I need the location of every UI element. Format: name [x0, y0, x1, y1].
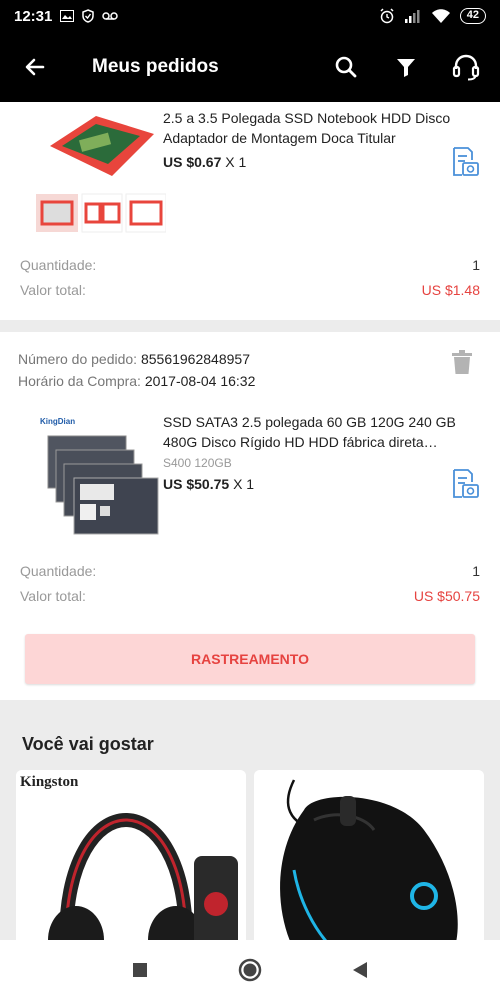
order-meta: Número do pedido: 85561962848957 Horário…	[0, 348, 255, 392]
back-button[interactable]	[0, 32, 70, 102]
photo-review-icon	[453, 469, 479, 498]
wifi-icon	[431, 8, 451, 24]
add-review-button[interactable]	[448, 468, 480, 500]
product-qty: X 1	[233, 476, 255, 492]
triangle-back-icon	[353, 962, 367, 978]
app-bar: Meus pedidos	[0, 32, 500, 102]
status-bar: 12:31 42	[0, 0, 500, 32]
product-image[interactable]: KingDian	[36, 410, 166, 540]
quantity-row: Quantidade: 1	[0, 252, 500, 277]
product-name[interactable]: SSD SATA3 2.5 polegada 60 GB 120G 240 GB…	[163, 412, 480, 452]
order-number: 85561962848957	[140, 351, 250, 367]
arrow-left-icon	[25, 58, 45, 76]
quantity-value: 1	[472, 256, 480, 273]
quantity-row: Quantidade: 1	[0, 558, 500, 583]
alarm-icon	[379, 8, 395, 24]
home-button[interactable]	[235, 955, 265, 985]
order-card: 2.5 a 3.5 Polegada SSD Notebook HDD Disc…	[0, 102, 500, 320]
search-button[interactable]	[330, 51, 362, 83]
quantity-label: Quantidade:	[20, 562, 97, 579]
product-image[interactable]	[36, 106, 167, 234]
price-row: US $50.75 X 1	[163, 476, 480, 492]
back-nav-button[interactable]	[345, 955, 375, 985]
delete-order-button[interactable]	[452, 350, 472, 374]
photo-review-icon	[453, 147, 479, 176]
add-review-button[interactable]	[448, 146, 480, 178]
voicemail-icon	[102, 11, 119, 21]
support-button[interactable]	[450, 51, 482, 83]
product-info: 2.5 a 3.5 Polegada SSD Notebook HDD Disc…	[163, 108, 480, 170]
recommended-product-card[interactable]: Kingston	[16, 770, 246, 940]
brand-logo: Kingston	[20, 774, 79, 790]
square-icon	[133, 963, 147, 977]
search-icon	[335, 56, 357, 78]
brand-logo: KingDian	[40, 417, 75, 426]
circle-icon	[238, 958, 262, 982]
order-card: Número do pedido: 85561962848957 Horário…	[0, 332, 500, 700]
shield-icon	[82, 9, 95, 23]
status-time: 12:31	[14, 7, 53, 25]
orders-list: 2.5 a 3.5 Polegada SSD Notebook HDD Disc…	[0, 102, 500, 940]
track-order-button[interactable]: RASTREAMENTO	[25, 634, 475, 684]
gallery-notification-icon	[60, 10, 75, 22]
product-price: US $0.67	[163, 154, 222, 170]
filter-icon	[397, 59, 415, 77]
total-label: Valor total:	[20, 587, 86, 604]
total-row: Valor total: US $1.48	[0, 277, 500, 302]
page-title: Meus pedidos	[92, 56, 219, 77]
total-value: US $50.75	[413, 587, 480, 604]
product-variant: S400 120GB	[163, 456, 232, 470]
system-nav-bar	[0, 940, 500, 1000]
product-info: SSD SATA3 2.5 polegada 60 GB 120G 240 GB…	[163, 412, 480, 492]
product-price: US $50.75	[163, 476, 230, 492]
quantity-label: Quantidade:	[20, 256, 97, 273]
quantity-value: 1	[472, 562, 480, 579]
purchase-time-label: Horário da Compra:	[18, 373, 141, 389]
product-name[interactable]: 2.5 a 3.5 Polegada SSD Notebook HDD Disc…	[163, 108, 480, 148]
total-row: Valor total: US $50.75	[0, 583, 500, 608]
filter-button[interactable]	[390, 51, 422, 83]
total-value: US $1.48	[421, 281, 480, 298]
recents-button[interactable]	[125, 955, 155, 985]
battery-indicator: 42	[459, 8, 486, 24]
price-row: US $0.67 X 1	[163, 154, 480, 170]
total-label: Valor total:	[20, 281, 86, 298]
product-qty: X 1	[225, 154, 247, 170]
recommendations-title: Você vai gostar	[22, 734, 154, 754]
trash-icon	[452, 350, 472, 374]
recommended-product-card[interactable]	[254, 770, 484, 940]
purchase-time: 2017-08-04 16:32	[144, 373, 256, 389]
signal-icon	[404, 9, 422, 23]
order-number-label: Número do pedido:	[18, 351, 138, 367]
headset-icon	[452, 54, 480, 81]
